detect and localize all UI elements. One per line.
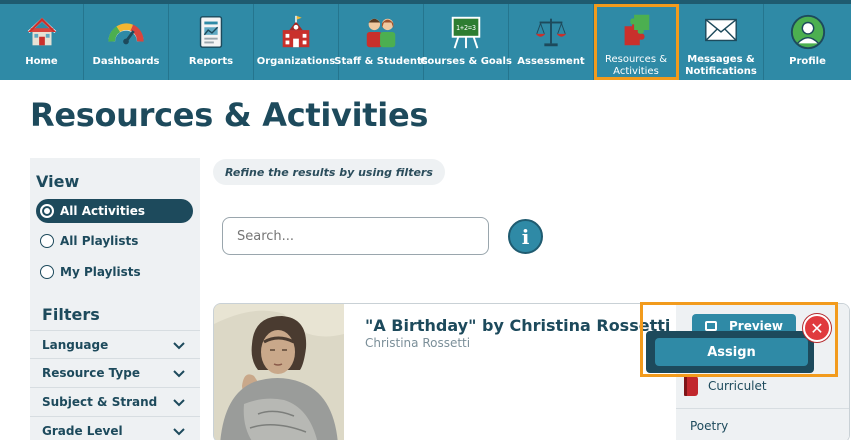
info-button[interactable]: i (508, 219, 543, 254)
chevron-down-icon (173, 341, 185, 349)
page-title: Resources & Activities (30, 96, 429, 134)
nav-item-profile[interactable]: Profile (764, 4, 851, 80)
nav-label: Resources & Activities (605, 54, 667, 78)
nav-label: Dashboards (92, 56, 160, 67)
view-option-my-playlists[interactable]: My Playlists (36, 260, 193, 284)
nav-item-staff-students[interactable]: Staff & Students (334, 4, 428, 80)
filter-label: Resource Type (42, 365, 140, 380)
nav-item-dashboards[interactable]: Dashboards (84, 4, 169, 80)
resource-type: Curriculet (684, 376, 767, 396)
filter-label: Language (42, 337, 109, 352)
refine-hint: Refine the results by using filters (213, 159, 445, 185)
resource-title[interactable]: "A Birthday" by Christina Rossetti (365, 316, 670, 335)
info-icon: i (521, 224, 530, 249)
nav-item-messages-notifications[interactable]: Messages & Notifications (679, 4, 764, 80)
view-option-all-activities[interactable]: All Activities (36, 199, 193, 223)
search-input[interactable] (222, 217, 489, 255)
filter-subject-strand[interactable]: Subject & Strand (30, 387, 200, 415)
home-icon (22, 12, 62, 52)
chevron-down-icon (173, 427, 185, 435)
chevron-down-icon (173, 398, 185, 406)
svg-text:1+2=3: 1+2=3 (456, 24, 476, 32)
filter-label: Grade Level (42, 423, 123, 438)
portrait-thumbnail (214, 304, 344, 440)
nav-item-resources-activities[interactable]: Resources & Activities (594, 4, 679, 80)
filter-resource-type[interactable]: Resource Type (30, 358, 200, 386)
nav-label: Organizations (256, 56, 336, 67)
filter-grade-level[interactable]: Grade Level (30, 416, 200, 440)
nav-label-line2: Activities (613, 66, 659, 77)
chalkboard-icon: 1+2=3 (446, 12, 486, 52)
gauge-icon (106, 12, 146, 52)
nav-item-courses-goals[interactable]: 1+2=3 Courses & Goals (420, 4, 512, 80)
nav-label-line2: Notifications (685, 66, 757, 77)
nav-label: Reports (188, 56, 234, 67)
chevron-down-icon (173, 369, 185, 377)
radio-icon (40, 234, 54, 248)
nav-item-home[interactable]: Home (0, 4, 84, 80)
nav-label: Profile (789, 56, 826, 67)
puzzle-icon (616, 10, 656, 50)
assign-button[interactable]: Assign (655, 338, 808, 366)
nav-label: Staff & Students (334, 56, 428, 67)
radio-selected-icon (40, 204, 54, 218)
user-avatar-icon (788, 12, 828, 52)
nav-label: Home (25, 56, 58, 67)
nav-label: Courses & Goals (420, 56, 512, 67)
close-button[interactable]: ✕ (803, 314, 831, 342)
view-option-all-playlists[interactable]: All Playlists (36, 229, 193, 253)
filter-language[interactable]: Language (30, 330, 200, 358)
close-icon: ✕ (810, 318, 824, 338)
radio-icon (40, 265, 54, 279)
report-icon (191, 12, 231, 52)
resource-type-label: Curriculet (708, 379, 767, 393)
people-icon (361, 12, 401, 52)
view-heading: View (36, 172, 80, 191)
top-navigation: Home Dashboards Reports Organizations St… (0, 0, 851, 80)
nav-item-assessment[interactable]: Assessment (509, 4, 594, 80)
envelope-icon (701, 10, 741, 50)
book-icon (684, 376, 698, 396)
nav-label-line1: Resources & (604, 54, 668, 65)
view-option-label: All Playlists (60, 234, 139, 248)
resource-genre: Poetry (676, 408, 849, 440)
filter-label: Subject & Strand (42, 394, 158, 409)
school-building-icon (276, 12, 316, 52)
nav-label: Assessment (517, 56, 585, 67)
view-option-label: My Playlists (60, 265, 141, 279)
view-option-label: All Activities (60, 204, 146, 218)
resource-author: Christina Rossetti (365, 336, 471, 350)
scales-icon (531, 12, 571, 52)
nav-label-line1: Messages & (687, 54, 755, 65)
filter-sidebar: View All Activities All Playlists My Pla… (30, 158, 200, 440)
nav-item-reports[interactable]: Reports (169, 4, 254, 80)
nav-item-organizations[interactable]: Organizations (254, 4, 339, 80)
nav-label: Messages & Notifications (685, 54, 757, 78)
filters-heading: Filters (42, 305, 100, 324)
